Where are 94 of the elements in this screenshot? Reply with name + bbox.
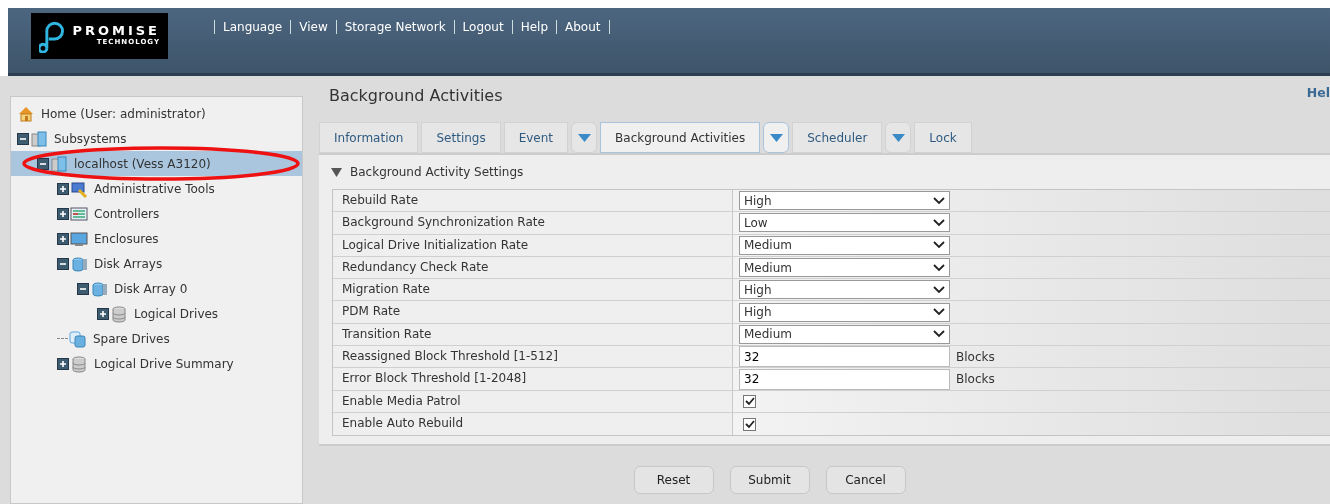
tab[interactable]: Background Activities xyxy=(600,122,761,153)
house-icon xyxy=(17,104,35,123)
tree-label: Subsystems xyxy=(54,130,127,148)
tree-item[interactable]: Home (User: administrator) xyxy=(11,101,302,126)
dropdown-value: Low xyxy=(744,214,768,232)
menu-link[interactable]: Logout xyxy=(454,20,513,34)
logo-name: PROMISE xyxy=(72,24,160,38)
cylinder-icon xyxy=(110,304,128,323)
unit-label: Blocks xyxy=(956,348,995,366)
chevron-down-icon xyxy=(933,196,945,205)
dropdown-value: Medium xyxy=(744,237,792,255)
checkbox[interactable] xyxy=(743,394,756,408)
expand-icon[interactable] xyxy=(97,307,109,320)
form-button[interactable]: Reset xyxy=(633,466,714,495)
tree-label: Controllers xyxy=(94,205,160,223)
dropdown-field[interactable]: High xyxy=(739,302,950,322)
expand-icon[interactable] xyxy=(57,182,69,195)
menu-link[interactable]: Language xyxy=(214,20,292,34)
cylinder-icon xyxy=(70,354,88,373)
tree-item[interactable]: Logical Drives xyxy=(11,301,302,326)
disk-stack-icon xyxy=(70,254,88,273)
caret-icon xyxy=(891,133,905,142)
controller-icon xyxy=(70,204,88,223)
disk-icon xyxy=(69,329,87,348)
dropdown-field[interactable]: Medium xyxy=(739,258,950,278)
tree-item[interactable]: Disk Array 0 xyxy=(11,276,302,301)
tree-label: Disk Array 0 xyxy=(114,280,188,298)
tree-label: Enclosures xyxy=(94,230,159,248)
chevron-down-icon xyxy=(933,218,945,227)
expand-icon[interactable] xyxy=(57,357,69,370)
expand-icon[interactable] xyxy=(57,232,69,245)
caret-icon xyxy=(769,133,783,142)
page-title: Background Activities xyxy=(329,85,503,107)
dropdown-field[interactable]: High xyxy=(739,280,950,300)
tree-label: Disk Arrays xyxy=(94,255,163,273)
tree-label: Spare Drives xyxy=(93,330,170,348)
tree-item[interactable]: Logical Drive Summary xyxy=(11,351,302,376)
menu-link[interactable]: Help xyxy=(512,20,558,34)
chevron-down-icon xyxy=(933,308,945,317)
menu-link[interactable]: View xyxy=(291,20,337,34)
computer-icon xyxy=(70,179,88,198)
tree-item[interactable]: Controllers xyxy=(11,201,302,226)
collapse-icon[interactable] xyxy=(57,257,69,270)
dropdown-field[interactable]: Medium xyxy=(739,324,950,344)
tab-menu-button[interactable] xyxy=(885,122,912,153)
dropdown-value: Medium xyxy=(744,259,792,277)
collapse-icon[interactable] xyxy=(37,157,49,170)
collapse-triangle-icon[interactable] xyxy=(331,167,342,177)
dropdown-value: High xyxy=(744,281,772,299)
monitor-icon xyxy=(70,229,88,248)
server-icon xyxy=(50,154,68,173)
number-input-field[interactable]: 32 xyxy=(739,346,950,368)
chevron-down-icon xyxy=(933,330,945,339)
tree-item[interactable]: Spare Drives xyxy=(11,326,302,351)
server-icon xyxy=(30,129,48,148)
number-input-field[interactable]: 32 xyxy=(739,368,950,390)
tree-item[interactable]: Enclosures xyxy=(11,226,302,251)
form-button[interactable]: Submit xyxy=(729,466,810,495)
chevron-down-icon xyxy=(933,241,945,250)
menu-link[interactable]: About xyxy=(557,20,610,34)
tree-label: Logical Drive Summary xyxy=(94,355,234,373)
checkbox[interactable] xyxy=(743,417,756,431)
tab-menu-button[interactable] xyxy=(571,122,598,153)
chevron-down-icon xyxy=(933,263,945,272)
dropdown-field[interactable]: Low xyxy=(739,213,950,233)
tree-label: Logical Drives xyxy=(134,305,219,323)
tab[interactable]: Scheduler xyxy=(792,122,883,153)
form-button[interactable]: Cancel xyxy=(825,466,906,495)
tree-item[interactable]: Disk Arrays xyxy=(11,251,302,276)
expand-icon[interactable] xyxy=(57,207,69,220)
dropdown-value: Medium xyxy=(744,326,792,344)
tab[interactable]: Settings xyxy=(421,122,501,153)
tree-label: localhost (Vess A3120) xyxy=(74,155,211,173)
unit-label: Blocks xyxy=(956,371,995,388)
tab[interactable]: Event xyxy=(503,122,569,153)
caret-icon xyxy=(577,133,591,142)
tree-label: Administrative Tools xyxy=(94,180,215,198)
truncated-link[interactable]: Hel xyxy=(1306,84,1330,108)
disk-stack-icon xyxy=(90,279,108,298)
dropdown-field[interactable]: High xyxy=(739,191,950,211)
collapse-icon[interactable] xyxy=(17,132,29,145)
tab[interactable]: Information xyxy=(319,122,419,153)
tab-menu-button[interactable] xyxy=(763,122,790,153)
dropdown-field[interactable]: Medium xyxy=(739,235,950,255)
tree-item[interactable]: Administrative Tools xyxy=(11,176,302,201)
tree-label: Home (User: administrator) xyxy=(41,105,206,123)
collapse-icon[interactable] xyxy=(77,282,89,295)
menu-link[interactable]: Storage Network xyxy=(336,20,455,34)
tree-item[interactable]: Subsystems xyxy=(11,126,302,151)
dropdown-value: High xyxy=(744,304,772,322)
tab[interactable]: Lock xyxy=(914,122,972,153)
dropdown-value: High xyxy=(744,192,772,210)
section-title: Background Activity Settings xyxy=(350,164,524,181)
chevron-down-icon xyxy=(933,285,945,294)
